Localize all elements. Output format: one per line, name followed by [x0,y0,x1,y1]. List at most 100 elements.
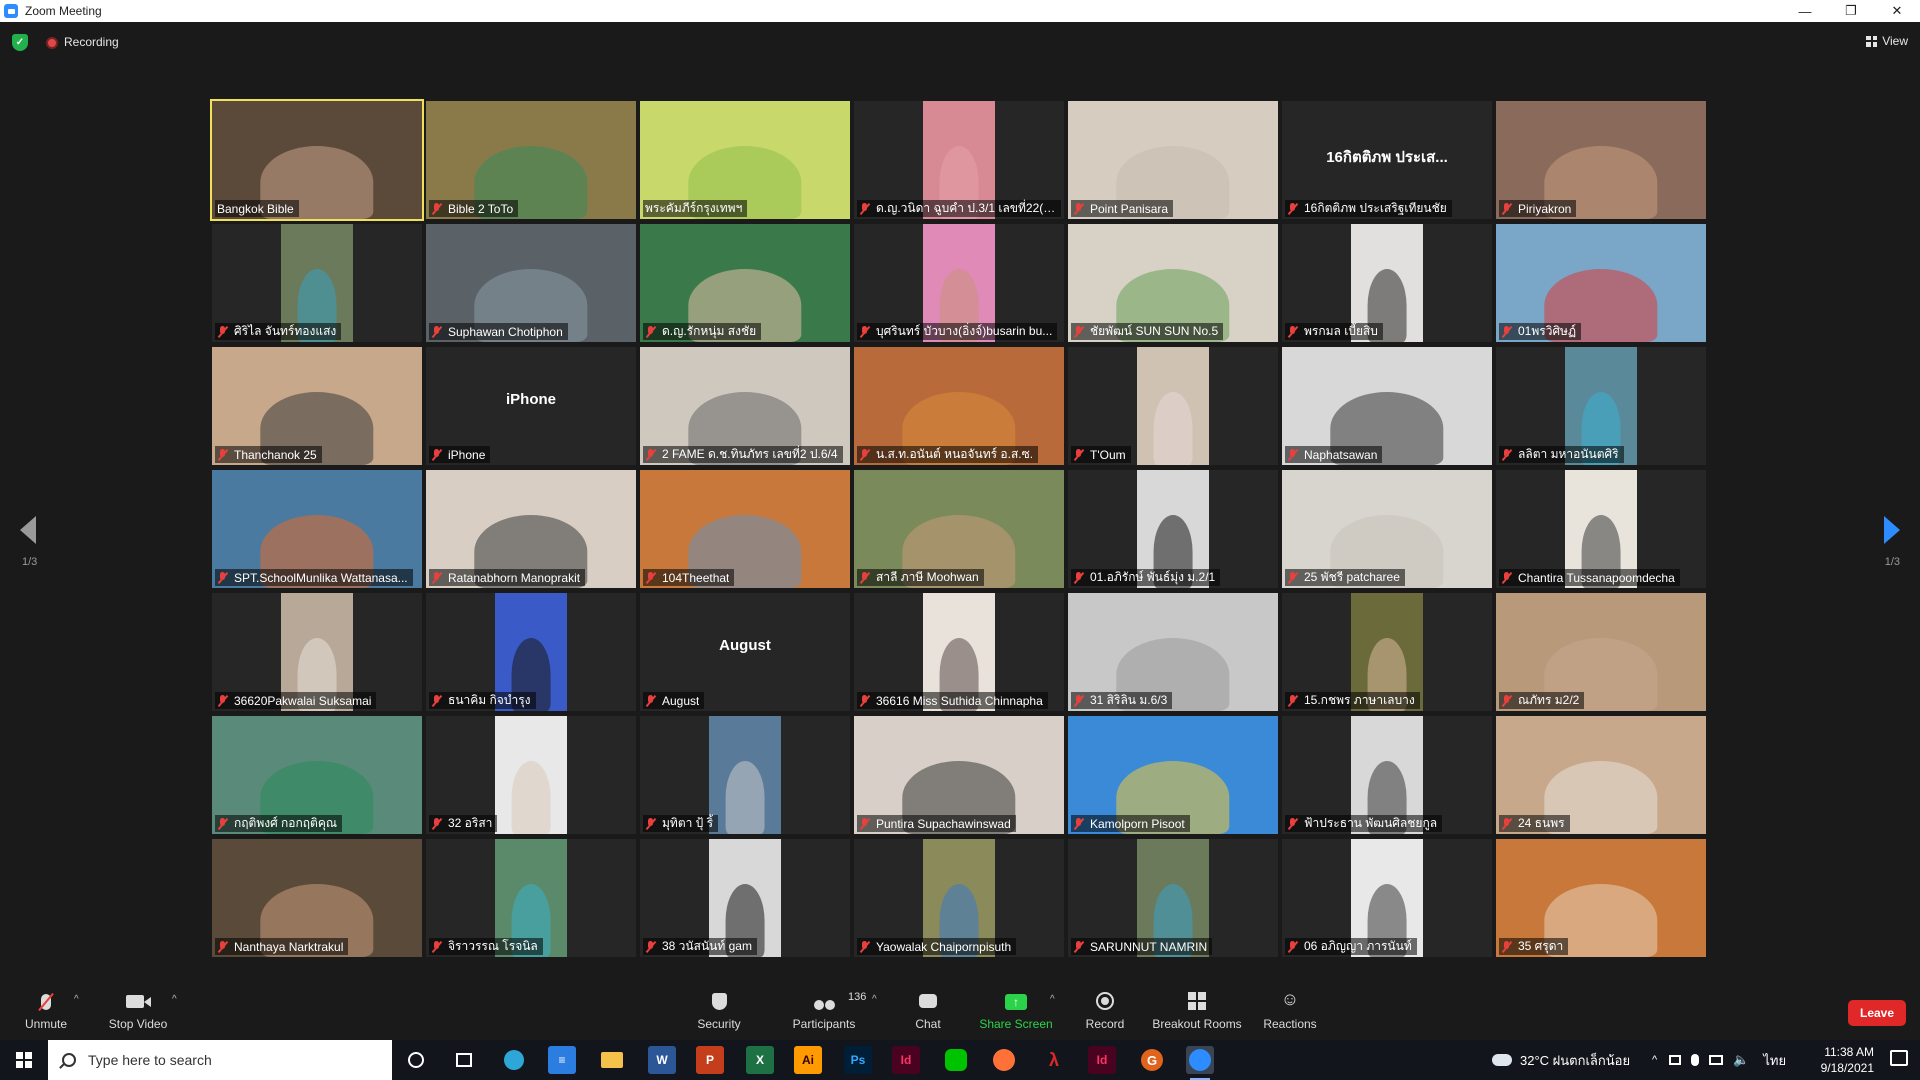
participants-options-chevron-icon[interactable]: ^ [872,994,877,1005]
restore-button[interactable]: ❐ [1828,0,1874,22]
participant-tile[interactable]: 25 พัชรี patcharee [1282,470,1492,588]
participant-tile[interactable]: ด.ญ.รักหนุ่ม สงชัย [640,224,850,342]
participant-tile[interactable]: Bible 2 ToTo [426,101,636,219]
participant-tile[interactable]: Bangkok Bible [210,99,424,221]
participant-tile[interactable]: 01.อภิรักษ์ พันธ์มุ่ง ม.2/1 [1068,470,1278,588]
participant-tile[interactable]: 36620Pakwalai Suksamai [212,593,422,711]
microphone-tray-icon[interactable] [1691,1054,1700,1066]
participant-tile[interactable]: ด.ญ.วนิดา ฉูบคำ ป.3/1 เลขที่22(w... [854,101,1064,219]
excel-icon[interactable]: X [746,1046,774,1074]
security-button[interactable]: Security [694,980,744,1040]
participant-tile[interactable]: Thanchanok 25 [212,347,422,465]
participant-tile[interactable]: Suphawan Chotiphon [426,224,636,342]
participant-tile[interactable]: 31 สิริลิน ม.6/3 [1068,593,1278,711]
grammarly-icon[interactable]: G [1138,1046,1166,1074]
photoshop-icon[interactable]: Ps [844,1046,872,1074]
participant-tile[interactable]: น.ส.ท.อนันต์ หนอจันทร์ อ.ส.ซ. [854,347,1064,465]
share-options-chevron-icon[interactable]: ^ [1050,994,1055,1005]
task-view-icon[interactable] [450,1046,478,1074]
participant-tile[interactable]: ลลิตา มหาอนันตศิริ [1496,347,1706,465]
participant-tile[interactable]: Yaowalak Chaipornpisuth [854,839,1064,957]
participant-tile[interactable]: Point Panisara [1068,101,1278,219]
participant-tile[interactable]: Piriyakron [1496,101,1706,219]
participant-tile[interactable]: Ratanabhorn Manoprakit [426,470,636,588]
participant-tile[interactable]: 35 ศรุดา [1496,839,1706,957]
share-screen-button[interactable]: ↑ Share Screen [979,980,1053,1040]
participants-button[interactable]: 136 Participants [792,980,867,1040]
taskbar-search-box[interactable]: Type here to search [48,1040,392,1080]
breakout-rooms-button[interactable]: Breakout Rooms [1152,980,1242,1040]
participant-tile[interactable]: Kamolporn Pisoot [1068,716,1278,834]
participant-tile[interactable]: ชัยพัฒน์ SUN SUN No.5 [1068,224,1278,342]
zoom-taskbar-icon[interactable] [1186,1046,1214,1080]
calculator-icon[interactable]: ≡ [548,1046,576,1074]
taskbar-clock[interactable]: 11:38 AM 9/18/2021 [1821,1044,1874,1076]
participant-tile[interactable]: Chantira Tussanapoomdecha [1496,470,1706,588]
word-icon[interactable]: W [648,1046,676,1074]
recording-label[interactable]: Recording [64,35,119,49]
next-page-arrow-icon[interactable] [1884,516,1900,544]
participant-tile[interactable]: 2 FAME ด.ช.ทินภัทร เลขที่2 ป.6/4 [640,347,850,465]
start-button[interactable] [0,1040,48,1080]
participant-tile[interactable]: ศิริไล จันทร์ทองแสง [212,224,422,342]
participant-tile[interactable]: 06 อภิญญา ภารนันท์ [1282,839,1492,957]
participant-tile[interactable]: ณภัทร ม2/2 [1496,593,1706,711]
video-options-chevron-icon[interactable]: ^ [172,994,177,1005]
participant-tile[interactable]: 24 ธนพร [1496,716,1706,834]
display-icon[interactable] [1709,1055,1724,1065]
participant-tile[interactable]: 16กิตติภพ ประเส... 16กิตติภพ ประเสริฐเทีย… [1282,101,1492,219]
participant-tile[interactable]: มุทิตา ปุ้ ริ้ [640,716,850,834]
minimize-button[interactable]: — [1782,0,1828,22]
reactions-button[interactable]: ☺ Reactions [1263,980,1316,1040]
participant-tile[interactable]: 32 อริสา [426,716,636,834]
input-language[interactable]: ไทย [1763,1050,1786,1071]
participant-tile[interactable]: 38 วนัสนันท์ gam [640,839,850,957]
participant-tile[interactable]: 01พรวิศิษฏ์ [1496,224,1706,342]
recording-icon[interactable] [46,37,58,49]
stop-video-button[interactable]: Stop Video [108,980,168,1040]
encryption-shield-icon[interactable]: ✓ [12,34,28,51]
indesign-icon[interactable]: Id [892,1046,920,1074]
participant-tile[interactable]: SARUNNUT NAMRIN [1068,839,1278,957]
illustrator-icon[interactable]: Ai [794,1046,822,1074]
participant-tile[interactable]: August August [640,593,850,711]
participant-tile[interactable]: พระคัมภีร์กรุงเทพฯ [640,101,850,219]
view-button[interactable]: View [1866,34,1908,48]
previous-page-arrow-icon[interactable] [20,516,36,544]
line-app-icon[interactable] [942,1046,970,1074]
acrobat-icon[interactable]: λ [1040,1046,1068,1074]
powerpoint-icon[interactable]: P [696,1046,724,1074]
participant-tile[interactable]: กฤติพงศ์ กอกฤติคุณ [212,716,422,834]
file-explorer-icon[interactable] [598,1046,626,1074]
participant-tile[interactable]: SPT.SchoolMunlika Wattanasa... [212,470,422,588]
participant-tile[interactable]: T'Oum [1068,347,1278,465]
participant-tile[interactable]: ฟ้าประธาน พัฒนศิลชยกูล [1282,716,1492,834]
edge-browser-icon[interactable] [500,1046,528,1074]
participant-tile[interactable]: บุศรินทร์ บัวบาง(อิ่งจ์)busarin bu... [854,224,1064,342]
participant-tile[interactable]: สาลี ภาษี Moohwan [854,470,1064,588]
participant-tile[interactable]: 104Theethat [640,470,850,588]
cortana-icon[interactable] [402,1046,430,1074]
notification-center-icon[interactable] [1890,1050,1908,1066]
participant-tile[interactable]: Naphatsawan [1282,347,1492,465]
tray-expand-chevron-icon[interactable]: ^ [1652,1054,1657,1066]
record-button[interactable]: Record [1084,980,1126,1040]
chat-button[interactable]: Chat [908,980,948,1040]
close-button[interactable]: ✕ [1874,0,1920,22]
participant-tile[interactable]: 15.กชพร ภาษาเลบาง [1282,593,1492,711]
participant-tile[interactable]: จิราวรรณ โรจนิล [426,839,636,957]
participant-tile[interactable]: 36616 Miss Suthida Chinnapha [854,593,1064,711]
participant-tile[interactable]: Nanthaya Narktrakul [212,839,422,957]
network-icon[interactable] [1669,1055,1682,1065]
leave-button[interactable]: Leave [1848,1000,1906,1026]
weather-widget[interactable]: 32°C ฝนตกเล็กน้อย [1492,1040,1630,1080]
unmute-button[interactable]: Unmute [24,980,68,1040]
speaker-icon[interactable]: 🔈 [1733,1052,1749,1068]
participant-tile[interactable]: ธนาคิม กิจบำรุง [426,593,636,711]
firefox-icon[interactable] [990,1046,1018,1074]
participant-tile[interactable]: iPhone iPhone [426,347,636,465]
participant-tile[interactable]: Puntira Supachawinswad [854,716,1064,834]
audio-options-chevron-icon[interactable]: ^ [74,994,79,1005]
indesign-2-icon[interactable]: Id [1088,1046,1116,1074]
participant-tile[interactable]: พรกมล เบี้ยสิบ [1282,224,1492,342]
